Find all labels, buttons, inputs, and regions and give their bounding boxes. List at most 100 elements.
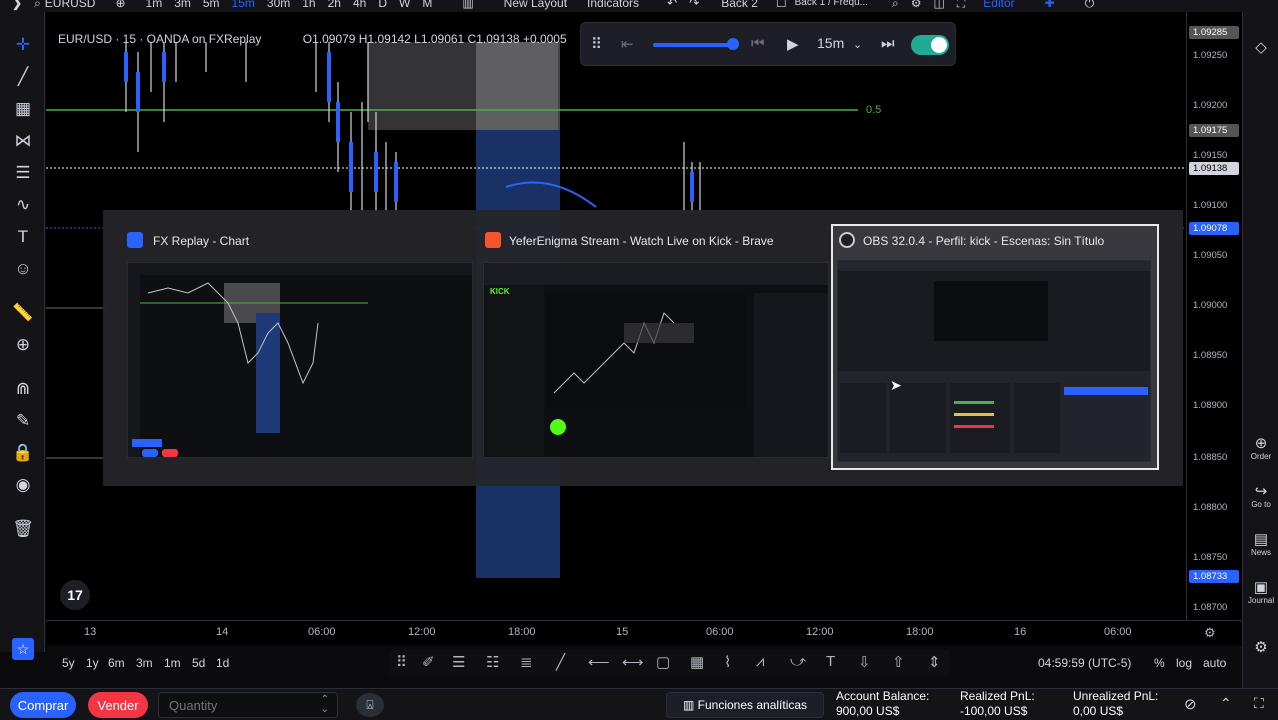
undo-icon[interactable]: ↶: [667, 0, 677, 9]
brush-icon[interactable]: ∿: [12, 194, 34, 216]
horizontal-line-icon[interactable]: ⟷: [622, 653, 644, 671]
interval-1m[interactable]: 1m: [146, 0, 163, 9]
search-icon-2[interactable]: ⌕: [892, 0, 899, 9]
step-back-icon[interactable]: ⏮: [751, 35, 765, 52]
back-button[interactable]: Back 2: [721, 0, 758, 9]
emoji-icon[interactable]: ☺: [12, 258, 34, 280]
interval-5m[interactable]: 5m: [203, 0, 220, 9]
arrow-up-icon[interactable]: ⇧: [892, 653, 905, 671]
news-button[interactable]: ▤ News: [1243, 532, 1278, 558]
legend-title[interactable]: EUR/USD · 15 · OANDA on FXReplay: [58, 32, 261, 46]
lock-icon[interactable]: 🔒: [12, 442, 34, 464]
fib-grid-icon[interactable]: ▦: [12, 98, 34, 120]
range-1m[interactable]: 1m: [164, 656, 181, 670]
jump-start-icon[interactable]: ⇤: [621, 35, 634, 53]
chart-type-icon[interactable]: ▥: [462, 0, 473, 9]
magnet-icon[interactable]: ⋒: [12, 378, 34, 400]
favorites-icon[interactable]: ☆: [12, 638, 34, 660]
vertical-line-icon[interactable]: ⇕: [928, 653, 941, 671]
order-button[interactable]: ⊕ Order: [1243, 436, 1278, 462]
pen-icon[interactable]: ✐: [422, 653, 435, 671]
chevron-up-icon[interactable]: ⌃: [1220, 695, 1232, 712]
interval-15m[interactable]: 15m: [232, 0, 255, 9]
range-1d[interactable]: 1d: [216, 656, 229, 670]
square-icon[interactable]: ☐: [776, 0, 787, 9]
arrow-down-icon[interactable]: ⇩: [858, 653, 871, 671]
stepper-icon[interactable]: ⌃ ⌄: [321, 695, 329, 715]
text-icon[interactable]: T: [12, 226, 34, 248]
power-icon[interactable]: ⏻: [1085, 0, 1095, 9]
replay-speed-slider[interactable]: [653, 43, 733, 47]
quantity-field[interactable]: ⌃⌄: [158, 692, 338, 718]
layout-button[interactable]: New Layout: [504, 0, 567, 9]
camera-icon[interactable]: ◫: [934, 0, 945, 9]
search-icon[interactable]: ⌕: [34, 0, 41, 9]
symbol-search[interactable]: EURUSD: [45, 0, 96, 9]
indicators-button[interactable]: Indicators: [587, 0, 639, 9]
rectangle-icon[interactable]: ▢: [656, 653, 670, 671]
step-forward-icon[interactable]: ⏭: [881, 35, 895, 52]
time-scale[interactable]: 13 14 06:00 12:00 18:00 15 06:00 12:00 1…: [46, 620, 1242, 646]
interval-w[interactable]: W: [399, 0, 410, 9]
analytics-button[interactable]: ▥ Funciones analíticas: [666, 692, 824, 718]
text-tool-icon[interactable]: T: [826, 653, 835, 670]
logo-icon[interactable]: ❯: [12, 0, 22, 9]
range-6m[interactable]: 6m: [108, 656, 125, 670]
quantity-input[interactable]: [169, 697, 309, 713]
tradingview-logo[interactable]: 17: [60, 580, 90, 610]
interval-d[interactable]: D: [378, 0, 387, 9]
chevron-down-icon[interactable]: ⌄: [853, 38, 862, 51]
journal-button[interactable]: ▣ Journal: [1243, 580, 1278, 606]
trash-icon[interactable]: 🗑: [12, 518, 34, 540]
grid-icon[interactable]: ▦: [690, 653, 704, 671]
publish-icon[interactable]: ✚: [1045, 0, 1055, 9]
clock[interactable]: 04:59:59 (UTC-5): [1038, 656, 1131, 670]
add-symbol-icon[interactable]: ⊕: [115, 0, 125, 9]
trendline-icon[interactable]: ╱: [12, 66, 34, 88]
interval-1h[interactable]: 1h: [302, 0, 315, 9]
ruler-icon[interactable]: 📏: [12, 302, 34, 324]
sell-button[interactable]: Vender: [88, 692, 148, 718]
session-selector[interactable]: Back 1 / Frequ...: [795, 0, 868, 9]
range-5d[interactable]: 5d: [192, 656, 205, 670]
auto-toggle[interactable]: auto: [1203, 656, 1226, 670]
eye-icon[interactable]: ◉: [12, 474, 34, 496]
editor-button[interactable]: Editor: [983, 0, 1014, 9]
play-icon[interactable]: ▶: [787, 35, 799, 53]
slider-knob[interactable]: [727, 38, 739, 50]
interval-m[interactable]: M: [422, 0, 432, 9]
price-scale[interactable]: 1.09285 1.09250 1.09200 1.09175 1.09150 …: [1186, 12, 1242, 620]
range-5y[interactable]: 5y: [62, 656, 75, 670]
interval-30m[interactable]: 30m: [267, 0, 290, 9]
replay-interval[interactable]: 15m: [817, 35, 844, 51]
pencil-lock-icon[interactable]: ✎: [12, 410, 34, 432]
redo-icon[interactable]: ↷: [689, 0, 699, 9]
gear-icon[interactable]: ⚙: [1243, 640, 1278, 656]
fib-ext-icon[interactable]: ☷: [486, 653, 499, 671]
buy-button[interactable]: Comprar: [10, 692, 76, 718]
range-3m[interactable]: 3m: [136, 656, 153, 670]
layout-icon[interactable]: ◇: [1243, 40, 1278, 56]
fib-icon[interactable]: ☰: [452, 653, 465, 671]
interval-3m[interactable]: 3m: [174, 0, 191, 9]
log-toggle[interactable]: log: [1176, 656, 1192, 670]
fullscreen-icon[interactable]: ⛶: [957, 0, 965, 9]
horizontal-ray-icon[interactable]: ⟵: [588, 653, 610, 671]
expand-icon[interactable]: ⛶: [1254, 695, 1264, 712]
forecast-icon[interactable]: ☰: [12, 162, 34, 184]
drag-handle-icon[interactable]: ⠿: [396, 653, 407, 671]
interval-4h[interactable]: 4h: [353, 0, 366, 9]
range-1y[interactable]: 1y: [86, 656, 99, 670]
window-thumb-obs[interactable]: OBS 32.0.4 - Perfil: kick - Escenas: Sin…: [831, 224, 1159, 470]
channel-icon[interactable]: ≣: [520, 653, 533, 671]
interval-2h[interactable]: 2h: [328, 0, 341, 9]
window-thumb-kick[interactable]: YeferEnigma Stream - Watch Live on Kick …: [475, 224, 831, 474]
percent-toggle[interactable]: %: [1154, 656, 1165, 670]
scale-settings-icon[interactable]: ⚙: [1204, 625, 1216, 641]
window-thumb-fxreplay[interactable]: FX Replay - Chart: [111, 224, 473, 474]
eye-off-icon[interactable]: ⊘: [1184, 695, 1197, 713]
brush-icon[interactable]: ⌇: [724, 653, 731, 671]
settings-lock-icon[interactable]: ⍓: [356, 693, 384, 717]
goto-button[interactable]: ↪ Go to: [1243, 484, 1278, 510]
trendline-icon[interactable]: ╱: [556, 653, 565, 671]
